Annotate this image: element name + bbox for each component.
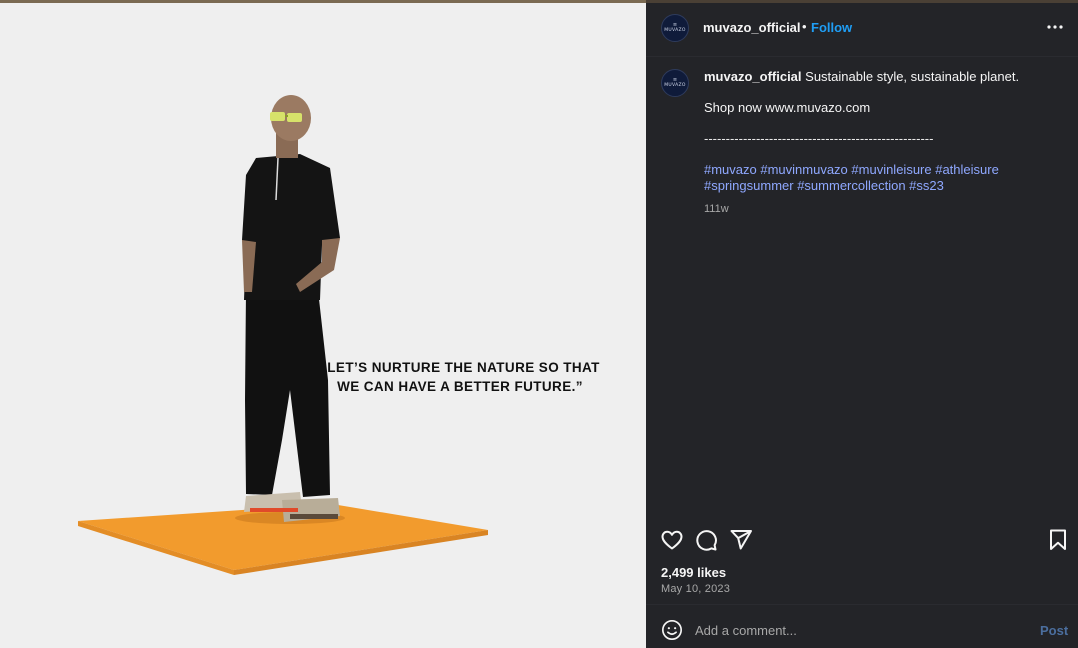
post-date[interactable]: May 10, 2023 xyxy=(661,583,730,595)
caption-hashtags: #muvazo #muvinmuvazo #muvinleisure #athl… xyxy=(704,162,1064,194)
comment-box: Post xyxy=(646,605,1078,648)
caption-username[interactable]: muvazo_official xyxy=(704,69,802,84)
shirt xyxy=(242,154,340,300)
likes-count[interactable]: 2,499 likes xyxy=(661,565,726,580)
post-header: ≡ MUVAZO muvazo_official • Follow xyxy=(646,0,1078,56)
comment-icon[interactable] xyxy=(694,528,718,552)
header-separator: • xyxy=(802,19,807,34)
avatar-logo-word: MUVAZO xyxy=(664,82,686,88)
trousers xyxy=(245,290,330,497)
header-username[interactable]: muvazo_official xyxy=(703,20,801,35)
more-horizontal-icon[interactable] xyxy=(1046,18,1064,36)
heart-icon[interactable] xyxy=(660,528,684,552)
caption-avatar[interactable]: ≡ MUVAZO xyxy=(661,69,689,97)
follow-button[interactable]: Follow xyxy=(811,20,852,35)
avatar-logo-word: MUVAZO xyxy=(664,27,686,33)
smiley-icon[interactable] xyxy=(661,619,683,641)
send-icon[interactable] xyxy=(729,528,753,552)
caption-divider-dashes: ----------------------------------------… xyxy=(704,131,934,146)
hashtags-line-2[interactable]: #springsummer #summercollection #ss23 xyxy=(704,178,944,193)
post-image[interactable]: “LET’S NURTURE THE NATURE SO THAT WE CAN… xyxy=(0,0,646,648)
caption-age[interactable]: 111w xyxy=(704,201,1064,217)
caption-text: Sustainable style, sustainable planet. xyxy=(805,69,1020,84)
post-comment-button[interactable]: Post xyxy=(1040,623,1068,638)
hashtags-line-1[interactable]: #muvazo #muvinmuvazo #muvinleisure #athl… xyxy=(704,162,999,177)
caption-shop-line: Shop now www.muvazo.com xyxy=(704,100,871,115)
post-sidebar: ≡ MUVAZO muvazo_official • Follow ≡ MUVA… xyxy=(646,0,1078,648)
post-quote: “LET’S NURTURE THE NATURE SO THAT WE CAN… xyxy=(320,360,600,394)
model-photo xyxy=(78,95,488,575)
caption-body: muvazo_official Sustainable style, susta… xyxy=(704,69,1064,217)
header-divider xyxy=(646,56,1078,57)
bookmark-icon[interactable] xyxy=(1046,528,1070,552)
comment-input[interactable] xyxy=(695,618,1015,642)
action-bar xyxy=(646,525,1078,555)
avatar[interactable]: ≡ MUVAZO xyxy=(661,14,689,42)
